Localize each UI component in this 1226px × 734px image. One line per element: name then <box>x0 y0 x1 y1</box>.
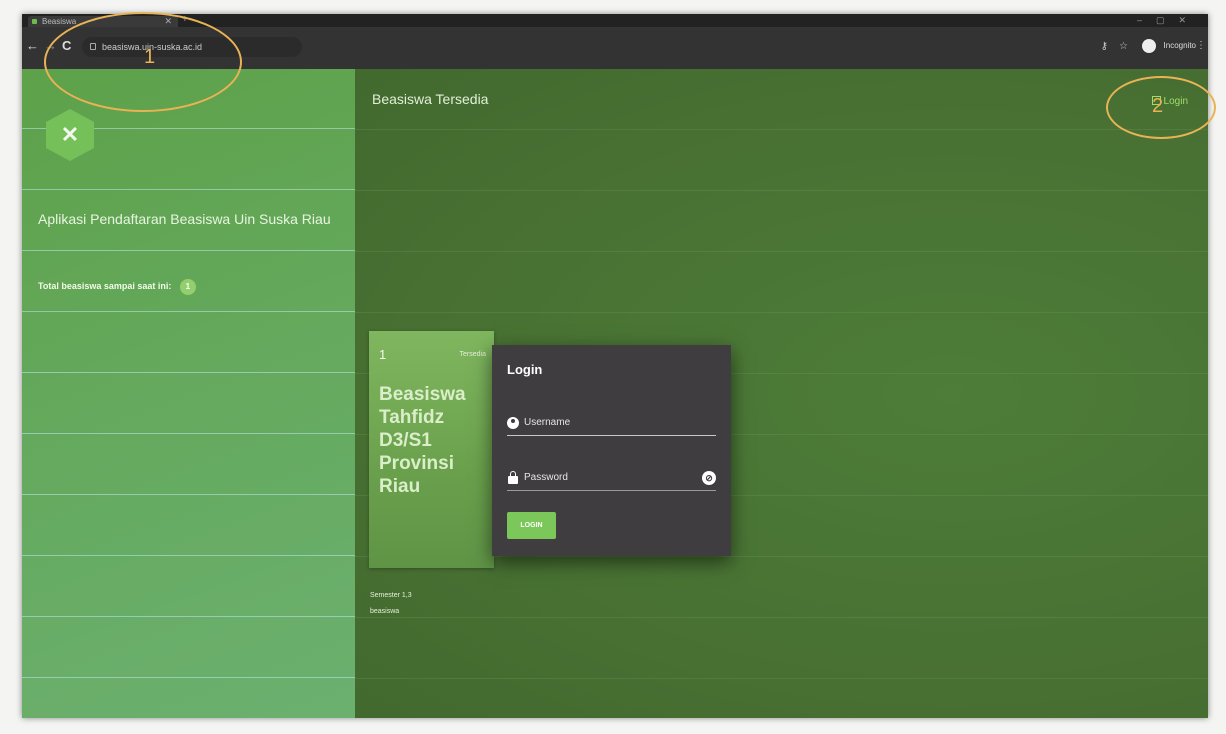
favicon-icon <box>32 19 37 24</box>
window-controls[interactable]: –▢✕ <box>1137 14 1200 26</box>
menu-dots-icon[interactable]: ⋮ <box>1196 39 1206 53</box>
login-modal: Login Username Password ⊘ LOGIN <box>492 345 731 556</box>
login-modal-title: Login <box>507 362 543 377</box>
tab-title: Beasiswa <box>42 17 77 26</box>
annotation-ellipse-1 <box>44 12 242 112</box>
page-title: Beasiswa Tersedia <box>372 91 489 107</box>
card-number: 1 <box>379 347 387 362</box>
back-arrow-icon[interactable]: ← <box>26 37 39 55</box>
sidebar-texture <box>22 69 355 718</box>
incognito-label: Incognito <box>1163 41 1196 50</box>
incognito-icon[interactable] <box>1142 39 1156 53</box>
annotation-marker-1: 1 <box>144 46 156 68</box>
username-placeholder: Username <box>524 417 571 428</box>
card-status: Tersedia <box>459 351 486 358</box>
total-count-badge: 1 <box>179 278 196 295</box>
total-label: Total beasiswa sampai saat ini: <box>38 281 172 291</box>
browser-window: Beasiswa ✕ + –▢✕ ← → C beasiswa.uin-susk… <box>22 14 1208 718</box>
eye-off-icon[interactable]: ⊘ <box>702 471 716 485</box>
scholarship-card[interactable]: 1 Tersedia Beasiswa Tahfidz D3/S1 Provin… <box>369 331 494 568</box>
card-note-line2: beasiswa <box>370 608 400 615</box>
page-content: ✕ Aplikasi Pendaftaran Beasiswa Uin Susk… <box>22 69 1208 718</box>
password-field[interactable]: Password ⊘ <box>507 468 716 491</box>
app-title: Aplikasi Pendaftaran Beasiswa Uin Suska … <box>38 211 331 227</box>
sidebar: ✕ Aplikasi Pendaftaran Beasiswa Uin Susk… <box>22 69 355 718</box>
card-semester: Semester 1,3 <box>370 592 412 599</box>
username-field[interactable]: Username <box>507 413 716 436</box>
user-icon <box>507 417 519 429</box>
star-icon[interactable]: ☆ <box>1119 39 1128 55</box>
annotation-marker-2: 2 <box>1152 95 1164 117</box>
login-submit-button[interactable]: LOGIN <box>507 512 556 539</box>
card-title: Beasiswa Tahfidz D3/S1 Provinsi Riau <box>379 384 466 497</box>
main-area: Beasiswa Tersedia Login 1 Tersedia Beasi… <box>355 69 1208 718</box>
key-icon[interactable]: ⚷ <box>1101 39 1108 55</box>
total-scholarships: Total beasiswa sampai saat ini: 1 <box>38 278 196 295</box>
logo-mark-icon: ✕ <box>60 122 80 147</box>
password-placeholder: Password <box>524 472 568 483</box>
password-lock-icon <box>508 471 518 484</box>
card-footer: Semester 1,3 beasiswa <box>370 588 412 620</box>
